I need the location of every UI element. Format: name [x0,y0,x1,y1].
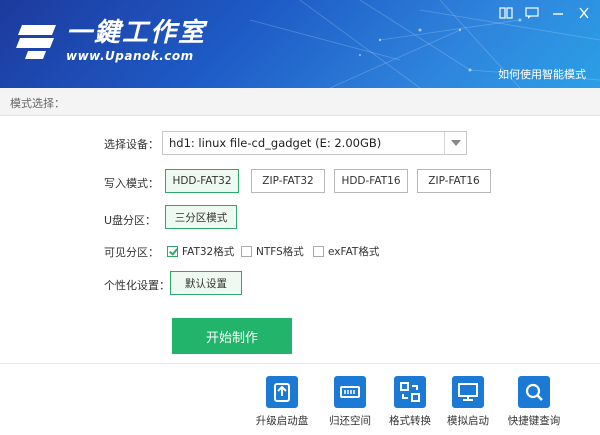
start-button[interactable]: 开始制作 [172,318,292,354]
write-mode-label: 写入模式： [104,177,159,190]
write-mode-zip-fat16[interactable]: ZIP-FAT16 [417,169,491,193]
format-convert-icon[interactable] [394,376,426,408]
search-icon[interactable] [518,376,550,408]
tool-format-convert-label: 格式转换 [389,415,431,427]
ntfs-checkbox-label: NTFS格式 [256,246,304,258]
mode-section-label: 模式选择： [10,97,65,110]
minimize-icon[interactable] [550,6,566,20]
partition-mode-button[interactable]: 三分区模式 [165,205,237,229]
exfat-checkbox-label: exFAT格式 [328,246,380,258]
close-icon[interactable] [576,6,592,20]
write-mode-hdd-fat16[interactable]: HDD-FAT16 [334,169,408,193]
default-settings-button[interactable]: 默认设置 [170,271,242,295]
chevron-down-icon[interactable] [444,132,466,154]
window-controls [498,6,592,20]
smart-mode-help-link[interactable]: 如何使用智能模式 [498,66,586,82]
divider [0,363,600,364]
tool-restore-space-label: 归还空间 [329,415,371,427]
tool-simulate-boot[interactable]: 模拟启动 [438,376,498,428]
partition-label: U盘分区： [104,214,157,227]
exfat-checkbox[interactable]: exFAT格式 [313,244,379,259]
checkbox-icon[interactable] [241,246,252,257]
device-select[interactable]: hd1: linux file-cd_gadget (E: 2.00GB) [162,131,467,155]
upgrade-disk-icon[interactable] [266,376,298,408]
fat32-checkbox-label: FAT32格式 [182,246,235,258]
tool-restore-space[interactable]: 归还空间 [320,376,380,428]
logo-mark-icon [16,21,60,61]
restore-space-icon[interactable] [334,376,366,408]
write-mode-zip-fat32[interactable]: ZIP-FAT32 [251,169,325,193]
visible-partition-label: 可见分区： [104,246,159,259]
site-url: www.Upanok.com [66,49,194,63]
monitor-icon[interactable] [452,376,484,408]
app-header: 一鍵工作室 www.Upanok.com 如何使用智能模式 [0,0,600,88]
tool-upgrade[interactable]: 升级启动盘 [252,376,312,428]
checkbox-checked-icon[interactable] [167,246,178,257]
tool-format-convert[interactable]: 格式转换 [380,376,440,428]
logo: 一鍵工作室 www.Upanok.com [16,18,206,63]
tool-upgrade-label: 升级启动盘 [255,415,309,427]
ntfs-checkbox[interactable]: NTFS格式 [241,244,304,259]
device-label: 选择设备： [104,138,159,151]
device-select-value: hd1: linux file-cd_gadget (E: 2.00GB) [169,136,382,150]
tool-shortcut-lookup-label: 快捷键查询 [507,415,561,427]
tool-simulate-boot-label: 模拟启动 [447,415,489,427]
feedback-icon[interactable] [524,6,540,20]
fat32-checkbox[interactable]: FAT32格式 [167,244,234,259]
book-icon[interactable] [498,6,514,20]
brand-name: 一鍵工作室 [66,18,207,48]
write-mode-hdd-fat32[interactable]: HDD-FAT32 [165,169,239,193]
checkbox-icon[interactable] [313,246,324,257]
personalize-label: 个性化设置： [104,279,170,292]
mode-section-bar: 模式选择： [0,88,600,116]
tool-shortcut-lookup[interactable]: 快捷键查询 [504,376,564,428]
